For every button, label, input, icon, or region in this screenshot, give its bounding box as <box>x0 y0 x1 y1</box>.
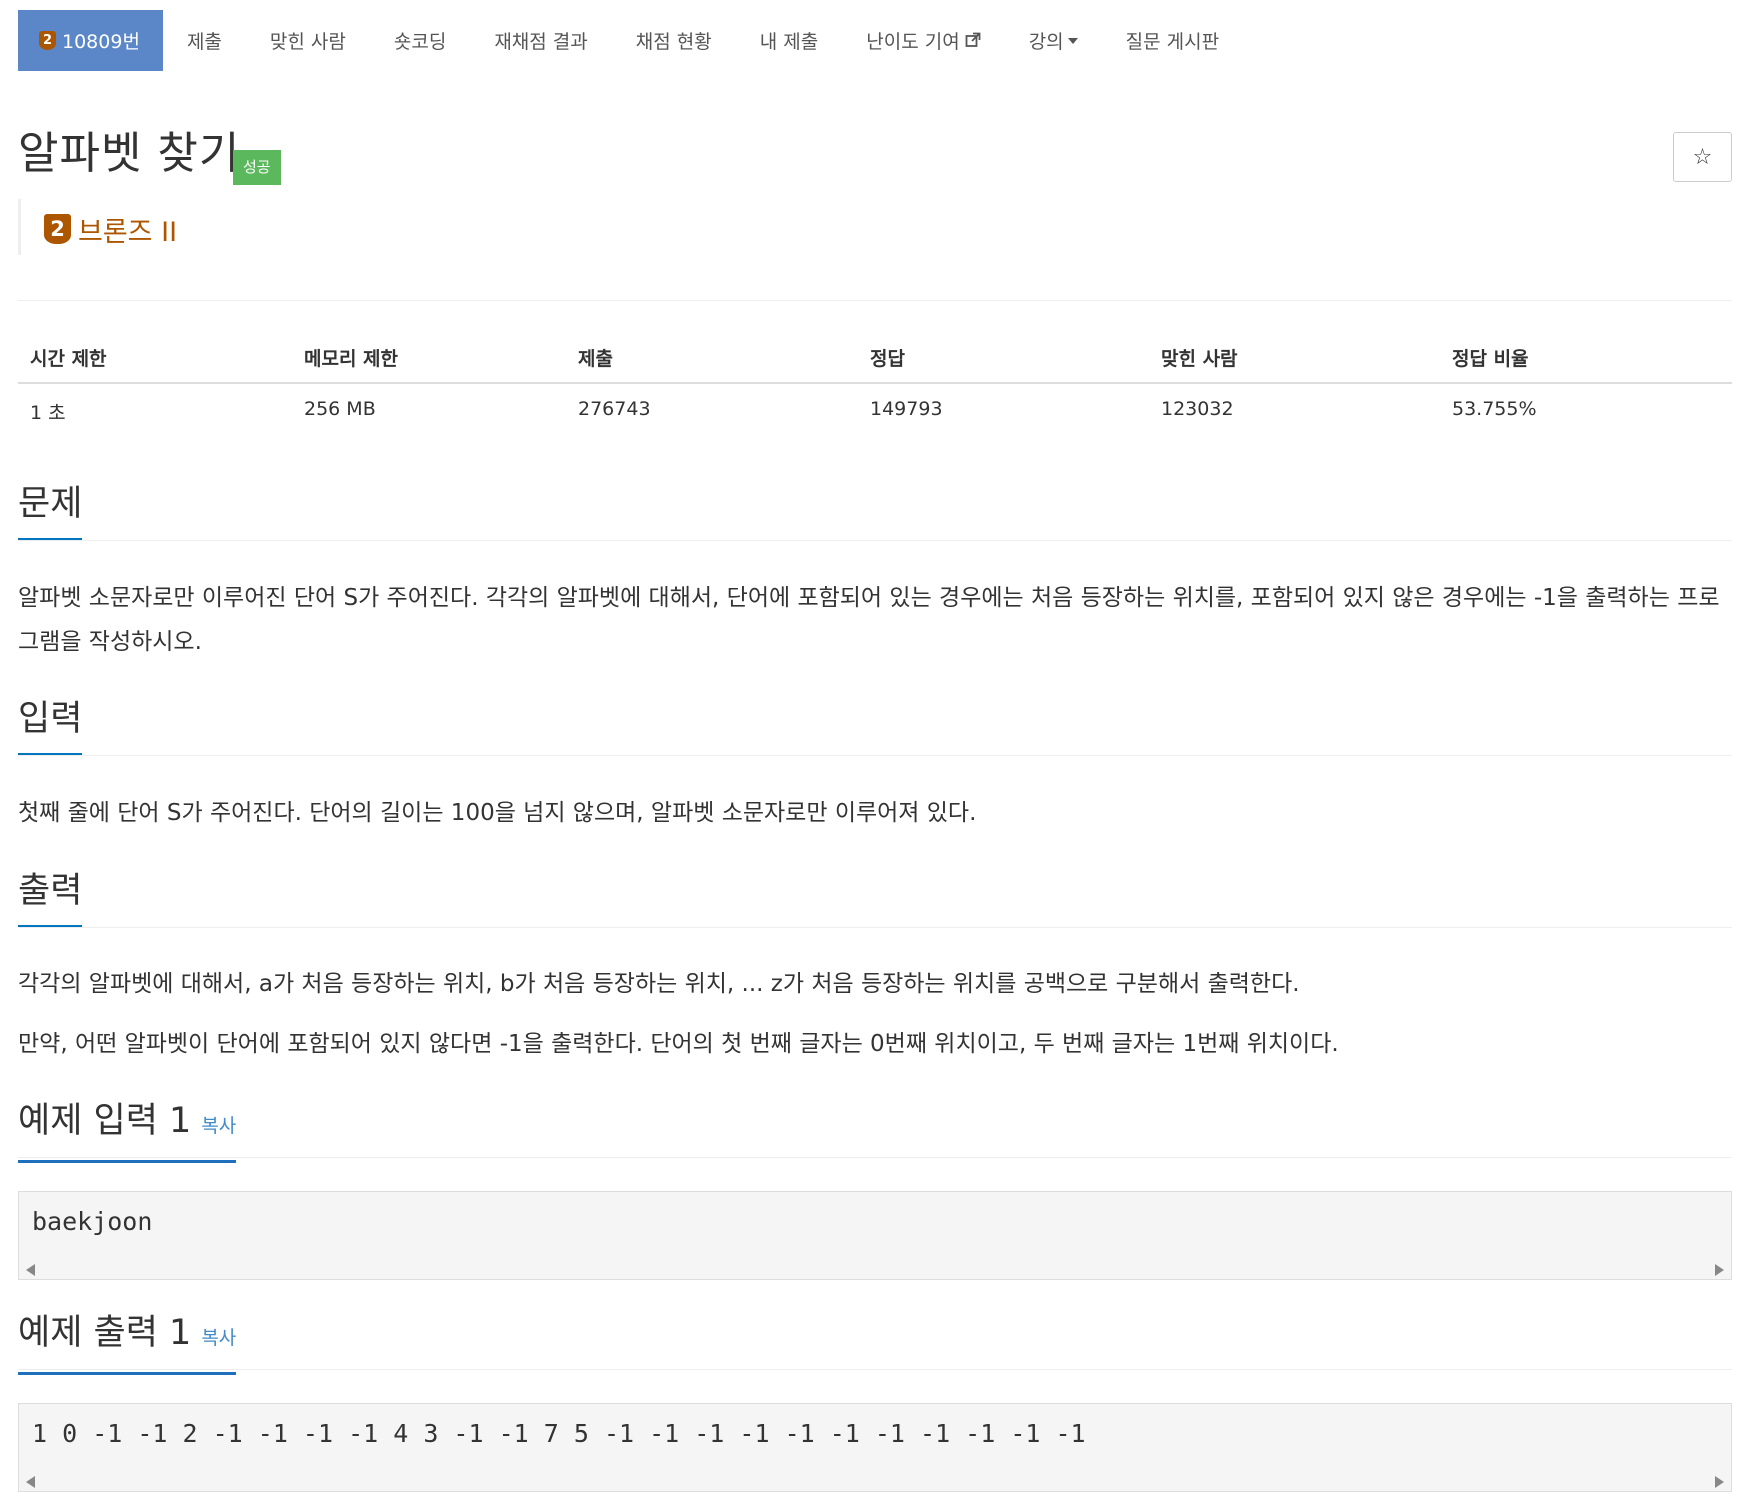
nav-rejudge-results[interactable]: 재채점 결과 <box>470 10 611 71</box>
sample-input-content: baekjoon <box>32 1207 153 1236</box>
time-limit-value: 1 초 <box>30 402 66 424</box>
input-section-title: 입력 <box>18 699 83 756</box>
scroll-right-icon[interactable] <box>1715 1264 1724 1276</box>
sample-input-title-text: 예제 입력 1 <box>18 1101 192 1141</box>
header-solvers: 맞힌 사람 <box>1161 348 1238 370</box>
favorite-star-button[interactable]: ☆ <box>1673 132 1732 182</box>
nav-problem-number[interactable]: 2 10809번 <box>18 10 163 71</box>
stats-table-row: 1 초 256 MB 276743 149793 123032 53.755% <box>18 394 1732 428</box>
problem-section-title: 문제 <box>18 484 83 541</box>
sample-output-box: 1 0 -1 -1 2 -1 -1 -1 -1 4 3 -1 -1 7 5 -1… <box>18 1403 1732 1492</box>
section-divider <box>18 755 1732 756</box>
input-description: 첫째 줄에 단어 S가 주어진다. 단어의 길이는 100을 넘지 않으며, 알… <box>18 800 977 826</box>
problem-title: 알파벳 찾기 <box>18 128 241 179</box>
submissions-value: 276743 <box>578 398 651 420</box>
nav-question-board[interactable]: 질문 게시판 <box>1102 10 1243 71</box>
problem-nav: 2 10809번 제출 맞힌 사람 숏코딩 재채점 결과 채점 현황 내 제출 … <box>18 10 1243 71</box>
bronze-tier-icon: 2 <box>44 214 71 244</box>
memory-limit-value: 256 MB <box>304 398 376 420</box>
nav-short-coding[interactable]: 숏코딩 <box>370 10 470 71</box>
nav-solvers[interactable]: 맞힌 사람 <box>246 10 370 71</box>
stats-table-header: 시간 제한 메모리 제한 제출 정답 맞힌 사람 정답 비율 <box>18 340 1732 384</box>
header-accept-ratio: 정답 비율 <box>1452 348 1529 370</box>
horizontal-scrollbar[interactable] <box>19 1259 1731 1279</box>
copy-sample-input-button[interactable]: 복사 <box>201 1115 236 1137</box>
nav-my-submissions[interactable]: 내 제출 <box>736 10 842 71</box>
bronze-tier-icon: 2 <box>39 31 56 50</box>
output-description-2: 만약, 어떤 알파벳이 단어에 포함되어 있지 않다면 -1을 출력한다. 단어… <box>18 1031 1339 1057</box>
section-divider <box>18 1369 1732 1370</box>
nav-difficulty-contribution[interactable]: 난이도 기여 <box>842 10 1004 71</box>
nav-lectures-dropdown[interactable]: 강의 <box>1005 10 1102 71</box>
scroll-left-icon[interactable] <box>26 1476 35 1488</box>
star-icon: ☆ <box>1692 144 1713 170</box>
nav-difficulty-label: 난이도 기여 <box>866 31 960 53</box>
external-link-icon <box>965 31 981 51</box>
problem-description: 알파벳 소문자로만 이루어진 단어 S가 주어진다. 각각의 알파벳에 대해서,… <box>18 585 1720 655</box>
sample-input-box: baekjoon <box>18 1191 1732 1280</box>
output-description-1: 각각의 알파벳에 대해서, a가 처음 등장하는 위치, b가 처음 등장하는 … <box>18 971 1300 997</box>
header-accepted: 정답 <box>870 348 905 370</box>
header-time-limit: 시간 제한 <box>30 348 107 370</box>
sample-output-title: 예제 출력 1 복사 <box>18 1313 237 1375</box>
problem-section-header: 문제 <box>18 484 1732 541</box>
chevron-down-icon <box>1067 37 1078 44</box>
section-divider <box>18 1157 1732 1158</box>
input-section-header: 입력 <box>18 699 1732 756</box>
accept-ratio-value: 53.755% <box>1452 398 1537 420</box>
divider <box>18 300 1732 301</box>
status-badge: 성공 <box>233 150 281 185</box>
accepted-value: 149793 <box>870 398 943 420</box>
problem-page: 2 10809번 제출 맞힌 사람 숏코딩 재채점 결과 채점 현황 내 제출 … <box>0 0 1751 1507</box>
sample-input-header: 예제 입력 1 복사 <box>18 1101 1732 1163</box>
copy-sample-output-button[interactable]: 복사 <box>201 1327 236 1349</box>
output-section-title: 출력 <box>18 871 83 928</box>
nav-problem-number-label: 10809번 <box>62 31 140 53</box>
sample-input-title: 예제 입력 1 복사 <box>18 1101 237 1163</box>
section-divider <box>18 540 1732 541</box>
solvers-value: 123032 <box>1161 398 1234 420</box>
tier-block: 2 브론즈 II <box>18 199 177 255</box>
horizontal-scrollbar[interactable] <box>19 1471 1731 1491</box>
output-section-header: 출력 <box>18 871 1732 928</box>
tier-label[interactable]: 브론즈 II <box>78 210 177 249</box>
header-submissions: 제출 <box>578 348 613 370</box>
sample-output-content: 1 0 -1 -1 2 -1 -1 -1 -1 4 3 -1 -1 7 5 -1… <box>32 1419 1086 1448</box>
nav-judge-status[interactable]: 채점 현황 <box>612 10 736 71</box>
section-divider <box>18 927 1732 928</box>
scroll-left-icon[interactable] <box>26 1264 35 1276</box>
nav-submit[interactable]: 제출 <box>163 10 246 71</box>
scroll-right-icon[interactable] <box>1715 1476 1724 1488</box>
header-memory-limit: 메모리 제한 <box>304 348 399 370</box>
nav-lectures-label: 강의 <box>1028 31 1064 53</box>
sample-output-title-text: 예제 출력 1 <box>18 1313 192 1353</box>
sample-output-header: 예제 출력 1 복사 <box>18 1313 1732 1375</box>
